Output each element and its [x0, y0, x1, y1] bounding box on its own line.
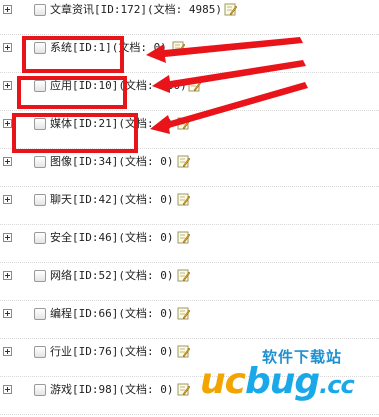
row-checkbox[interactable] [34, 384, 46, 396]
expand-icon[interactable] [3, 271, 12, 280]
watermark-logo-cc: .cc [319, 371, 355, 399]
category-label[interactable]: 聊天[ID:42](文档: 0) [50, 193, 173, 207]
edit-icon[interactable] [188, 79, 201, 92]
category-label[interactable]: 网络[ID:52](文档: 0) [50, 269, 173, 283]
expand-icon[interactable] [3, 309, 12, 318]
row-checkbox[interactable] [34, 4, 46, 16]
tree-row-46: 安全[ID:46](文档: 0) [0, 226, 379, 263]
expand-icon[interactable] [3, 195, 12, 204]
row-checkbox[interactable] [34, 308, 46, 320]
highlight-box-system [22, 36, 124, 73]
edit-icon[interactable] [177, 231, 190, 244]
edit-icon[interactable] [224, 3, 237, 16]
expand-icon[interactable] [3, 81, 12, 90]
edit-icon[interactable] [177, 307, 190, 320]
category-label[interactable]: 行业[ID:76](文档: 0) [50, 345, 173, 359]
tree-row-172: 文章资讯[ID:172](文档: 4985) [0, 0, 379, 35]
expand-icon[interactable] [3, 385, 12, 394]
edit-icon[interactable] [177, 193, 190, 206]
tree-row-34: 图像[ID:34](文档: 0) [0, 150, 379, 187]
watermark-logo: ucbug.cc [200, 361, 355, 403]
expand-icon[interactable] [3, 43, 12, 52]
category-label[interactable]: 编程[ID:66](文档: 0) [50, 307, 173, 321]
edit-icon[interactable] [177, 345, 190, 358]
edit-icon[interactable] [177, 117, 190, 130]
row-checkbox[interactable] [34, 346, 46, 358]
category-label[interactable]: 游戏[ID:98](文档: 0) [50, 383, 173, 397]
category-label[interactable]: 图像[ID:34](文档: 0) [50, 155, 173, 169]
expand-icon[interactable] [3, 157, 12, 166]
row-checkbox[interactable] [34, 232, 46, 244]
expand-icon[interactable] [3, 233, 12, 242]
edit-icon[interactable] [177, 383, 190, 396]
expand-icon[interactable] [3, 5, 12, 14]
category-label[interactable]: 安全[ID:46](文档: 0) [50, 231, 173, 245]
tree-row-66: 编程[ID:66](文档: 0) [0, 302, 379, 339]
edit-icon[interactable] [177, 269, 190, 282]
tree-row-42: 聊天[ID:42](文档: 0) [0, 188, 379, 225]
highlight-box-media [12, 113, 138, 153]
tree-row-52: 网络[ID:52](文档: 0) [0, 264, 379, 301]
watermark-logo-bug: bug [244, 361, 320, 402]
row-checkbox[interactable] [34, 270, 46, 282]
row-checkbox[interactable] [34, 194, 46, 206]
edit-icon[interactable] [172, 41, 185, 54]
highlight-box-application [17, 76, 127, 109]
row-checkbox[interactable] [34, 156, 46, 168]
expand-icon[interactable] [3, 119, 12, 128]
category-label[interactable]: 文章资讯[ID:172](文档: 4985) [50, 3, 222, 17]
watermark-logo-uc: uc [200, 361, 246, 402]
edit-icon[interactable] [177, 155, 190, 168]
expand-icon[interactable] [3, 347, 12, 356]
